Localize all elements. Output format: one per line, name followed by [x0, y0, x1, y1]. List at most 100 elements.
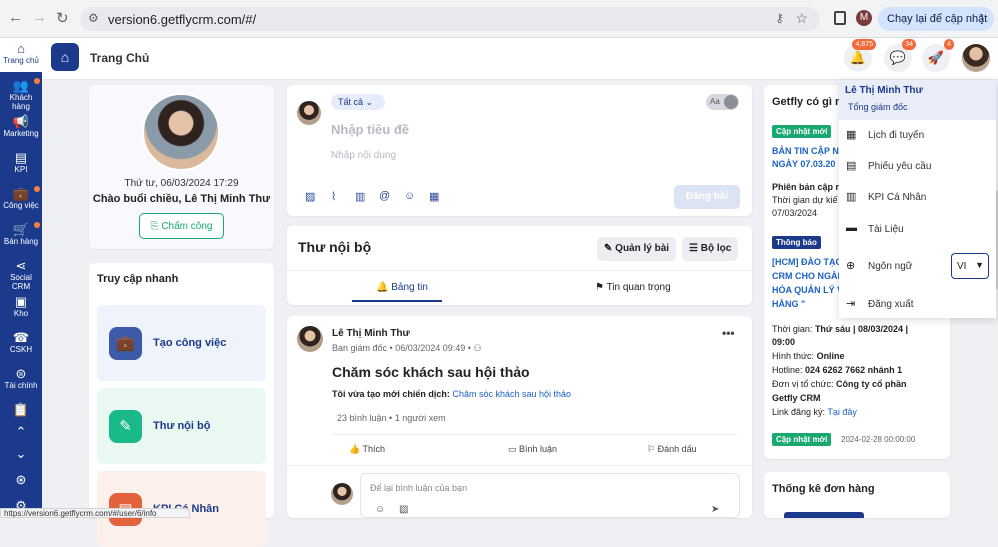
comment-icon: ▭ — [508, 444, 520, 454]
menu-item-label: Đăng xuất — [868, 299, 914, 310]
edit-icon: ✎ — [109, 410, 142, 443]
quick-access-card: Truy cập nhanh 💼 Tạo công việc ✎ Thư nội… — [89, 263, 274, 547]
comment-count[interactable]: 23 bình luận — [337, 413, 387, 423]
divider — [332, 434, 737, 435]
menu-item-documents[interactable]: ▬ Tài Liệu — [846, 220, 991, 240]
back-icon[interactable]: ← — [8, 9, 23, 26]
more-options-icon[interactable]: ••• — [722, 326, 735, 340]
bookmark-icon: ⚐ — [647, 444, 658, 454]
news-date: 2024-02-28 00:00:00 — [841, 435, 916, 444]
page-title: Trang Chủ — [90, 51, 150, 65]
notifications-button[interactable]: 🔔 4,875 — [844, 39, 876, 72]
quick-access-title: Truy cập nhanh — [97, 273, 179, 285]
chart-icon[interactable]: ▥ — [355, 190, 365, 203]
updates-button[interactable]: 🚀 4 — [922, 39, 954, 72]
sidebar-item-customers[interactable]: 👥 Khách hàng — [0, 78, 42, 111]
messages-badge: 34 — [902, 39, 916, 50]
mention-icon[interactable]: @ — [379, 190, 390, 202]
forward-icon[interactable]: → — [32, 9, 47, 26]
menu-item-logout[interactable]: ⇥ Đăng xuất — [846, 295, 991, 315]
sidebar-item-kpi[interactable]: ▤ KPI — [0, 150, 42, 174]
sidebar-item-finance[interactable]: ⊜ Tài chính — [0, 366, 42, 390]
sidebar-item-marketing[interactable]: 📢 Marketing — [0, 114, 42, 138]
quick-item-internal-mail[interactable]: ✎ Thư nội bộ — [97, 388, 266, 464]
like-button[interactable]: 👍 Thích — [349, 444, 385, 455]
emoji-icon[interactable]: ☺ — [375, 504, 385, 515]
comment-button[interactable]: ▭ Bình luận — [508, 444, 557, 455]
apps-icon: ⊛ — [15, 472, 27, 487]
tab-news[interactable]: 🔔 Bảng tin — [376, 282, 428, 293]
image-icon[interactable]: ▨ — [399, 504, 408, 515]
bookmark-star-icon[interactable]: ☆ — [795, 10, 808, 27]
register-link[interactable]: Tại đây — [827, 407, 857, 417]
attach-icon[interactable]: ⌇ — [331, 190, 336, 203]
post-button[interactable]: Đăng bài — [674, 185, 740, 209]
user-name[interactable]: Lê Thị Minh Thư — [845, 85, 923, 96]
bell-icon: 🔔 — [849, 50, 867, 65]
reload-icon[interactable]: ↻ — [56, 9, 69, 27]
menu-item-request-form[interactable]: ▤ Phiếu yêu cầu — [846, 157, 991, 177]
profile-avatar[interactable]: M — [856, 10, 872, 26]
news-headline[interactable]: NGÀY 07.03.20 — [772, 158, 835, 171]
active-tab-indicator — [352, 300, 442, 302]
news-headline[interactable]: BẢN TIN CẬP N — [772, 145, 839, 158]
sidebar-item-cskh[interactable]: ☎ CSKH — [0, 330, 42, 354]
news-line: Hình thức: Online — [772, 350, 845, 363]
sidebar-item-apps[interactable]: ⊛ — [0, 472, 42, 487]
post-headline: Chăm sóc khách sau hội thảo — [332, 364, 530, 380]
title-input[interactable]: Nhập tiêu đề — [331, 122, 409, 137]
image-icon[interactable]: ▨ — [305, 190, 315, 203]
bookmark-button[interactable]: ⚐ Đánh dấu — [647, 444, 697, 455]
manage-posts-button[interactable]: ✎ Quản lý bài — [597, 237, 677, 261]
share-icon: ⋖ — [15, 258, 27, 273]
address-bar[interactable]: ⚙ version6.getflycrm.com/#/ ⚷ ☆ — [80, 7, 820, 31]
comment-input[interactable]: Để lại bình luận của bạn ☺ ▨ ➤ — [360, 473, 740, 518]
sidebar-item-warehouse[interactable]: ▣ Kho — [0, 294, 42, 318]
send-icon[interactable]: ➤ — [711, 504, 719, 515]
briefcase-icon: 💼 — [109, 327, 142, 360]
tab-important[interactable]: ⚑ Tin quan trọng — [595, 282, 671, 293]
sidebar-item-social-crm[interactable]: ⋖ Social CRM — [0, 258, 42, 291]
box-icon: ▣ — [14, 294, 28, 309]
news-headline[interactable]: [HCM] ĐÀO TẠO — [772, 256, 843, 269]
menu-item-route-schedule[interactable]: ▦ Lịch đi tuyến — [846, 126, 991, 146]
messages-button[interactable]: 💬 34 — [884, 39, 916, 72]
sidebar-item-home[interactable]: ⌂ Trang chủ — [0, 38, 42, 72]
side-panel-icon[interactable] — [834, 11, 846, 25]
sidebar-item-sales[interactable]: 🛒 Bán hàng — [0, 222, 42, 246]
user-avatar[interactable] — [962, 44, 990, 72]
user-menu: Lê Thị Minh Thư Tổng giám đốc ▦ Lịch đi … — [839, 80, 996, 318]
content-input[interactable]: Nhập nội dung — [331, 150, 396, 161]
sidebar-item-tasks[interactable]: 💼 Công việc — [0, 186, 42, 210]
home-button[interactable]: ⌂ — [51, 43, 79, 71]
checkin-button[interactable]: ⎘ Chấm công — [139, 213, 224, 239]
emoji-icon[interactable]: ☺ — [404, 190, 415, 202]
calendar-icon[interactable]: ▦ — [429, 190, 439, 203]
scroll-up-button[interactable]: ⌃ — [0, 424, 42, 439]
audience-select[interactable]: Tất cả ⌄ — [331, 94, 385, 110]
news-line: Getfly CRM — [772, 393, 821, 403]
news-headline[interactable]: HÀNG " — [772, 298, 805, 311]
left-sidebar: ⌂ Trang chủ 👥 Khách hàng 📢 Marketing ▤ K… — [0, 38, 42, 518]
site-settings-icon[interactable]: ⚙ — [88, 11, 99, 25]
news-headline[interactable]: CRM CHO NGÀI — [772, 270, 840, 283]
sidebar-item-report[interactable]: 📋 — [0, 402, 42, 417]
menu-item-label: Phiếu yêu cầu — [868, 161, 932, 172]
password-key-icon[interactable]: ⚷ — [775, 11, 784, 25]
kpi-icon: ▥ — [846, 191, 857, 203]
post-author[interactable]: Lê Thị Minh Thư — [332, 328, 410, 339]
update-button[interactable]: Chạy lại để cập nhật ⋮ — [878, 7, 994, 31]
language-select[interactable]: VI ▼ — [951, 253, 989, 279]
news-headline[interactable]: HÓA QUẢN LÝ V — [772, 284, 843, 297]
scroll-down-button[interactable]: ⌄ — [0, 446, 42, 461]
caret-down-icon: ▼ — [975, 260, 984, 270]
chevron-down-icon: ⌄ — [15, 446, 27, 461]
stats-bar — [784, 512, 864, 518]
tab-label: Tin quan trọng — [606, 282, 671, 293]
format-toggle[interactable]: Aa — [706, 94, 739, 110]
menu-item-kpi[interactable]: ▥ KPI Cá Nhân — [846, 188, 991, 208]
quick-item-create-task[interactable]: 💼 Tạo công việc — [97, 305, 266, 381]
filter-button[interactable]: ☰ Bộ lọc — [682, 237, 739, 261]
campaign-link[interactable]: Chăm sóc khách sau hội thảo — [452, 389, 571, 399]
view-count[interactable]: 1 người xem — [395, 413, 446, 423]
